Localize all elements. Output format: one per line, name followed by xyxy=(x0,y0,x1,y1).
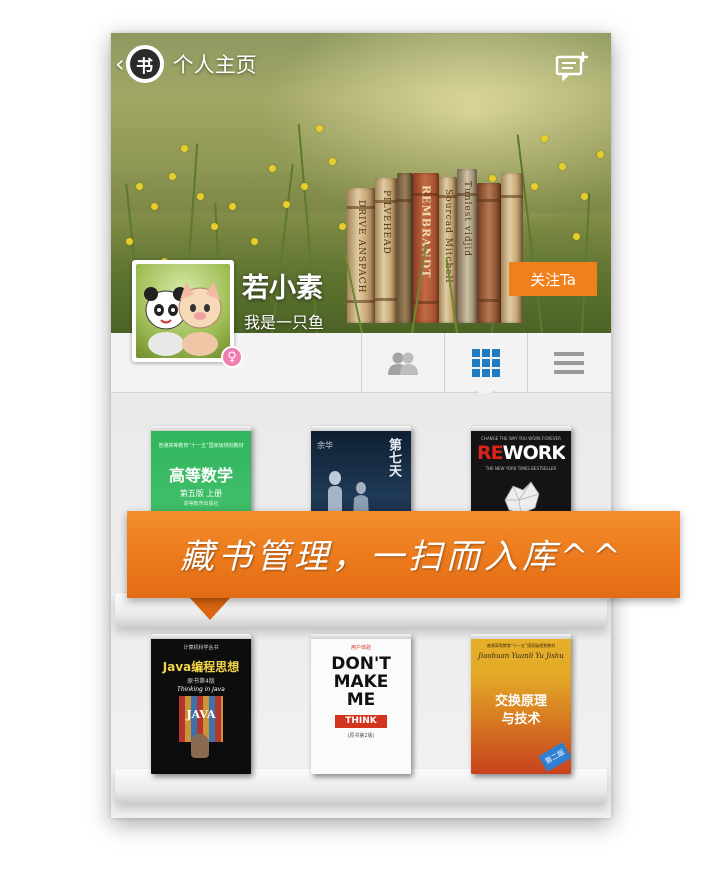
username: 若小素 xyxy=(242,273,323,304)
book-thinking-in-java[interactable]: 计算机科学丛书 Java编程思想 原书第4版 Thinking in Java … xyxy=(151,634,251,774)
grid-icon xyxy=(472,348,500,377)
book-switching-principles[interactable]: 普通高等教育“十一五”国家级规划教材 Jiaohuan Yuanli Yu Ji… xyxy=(471,634,571,774)
gender-female-icon: ♀ xyxy=(221,346,243,368)
tab-friends[interactable] xyxy=(361,333,444,392)
friends-icon xyxy=(388,352,418,375)
user-signature: 我是一只鱼 xyxy=(244,313,325,332)
message-add-icon[interactable] xyxy=(555,51,589,81)
avatar-image xyxy=(136,264,230,358)
tab-list-view[interactable] xyxy=(527,333,610,392)
top-bar: ‹ 书 个人主页 xyxy=(111,33,611,97)
avatar[interactable] xyxy=(132,260,234,362)
chevron-left-icon: ‹ xyxy=(115,50,125,78)
back-button[interactable]: ‹ 书 个人主页 xyxy=(115,45,275,83)
list-icon xyxy=(554,351,584,374)
promo-banner-text: 藏书管理，一扫而入库^^ xyxy=(180,537,625,577)
page-title: 个人主页 xyxy=(172,53,257,77)
shelf-plank-bottom xyxy=(115,769,607,803)
book-dont-make-me-think[interactable]: 用户体验 DON'T MAKE ME THINK (原书第2版) xyxy=(311,634,411,774)
app-logo-icon: 书 xyxy=(125,45,164,83)
photo-books: DRIVE ANSPACH PILVEHEAD REMBRANDT Sourca… xyxy=(347,153,527,323)
promo-banner: 藏书管理，一扫而入库^^ xyxy=(127,511,680,620)
follow-button[interactable]: 关注Ta xyxy=(509,262,597,296)
tab-grid-view[interactable] xyxy=(444,333,527,392)
phone-screen: DRIVE ANSPACH PILVEHEAD REMBRANDT Sourca… xyxy=(111,33,611,818)
